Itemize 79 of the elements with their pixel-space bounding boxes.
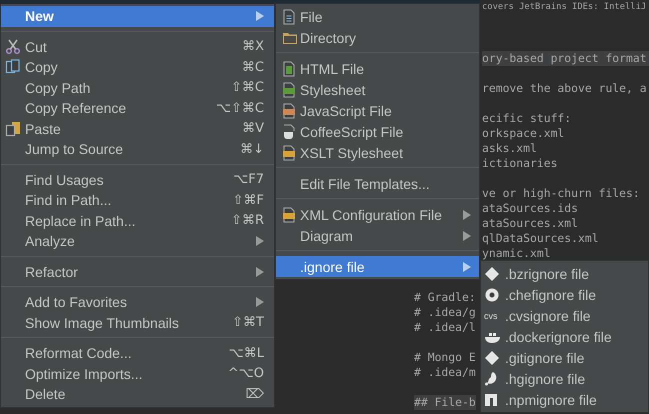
menu-item[interactable]: XML Configuration File	[276, 204, 479, 225]
copy-icon	[5, 59, 21, 76]
menu-item[interactable]: Delete ⌦	[1, 384, 274, 404]
shortcut-text: ⇧⌘F	[232, 192, 264, 208]
menu-item[interactable]: Cut ⌘X	[1, 36, 274, 57]
diamond-icon	[484, 350, 500, 366]
menu-item[interactable]: .chefignore file	[481, 284, 648, 305]
html-file-icon	[282, 60, 296, 76]
cvs-label: cvs	[484, 310, 498, 320]
menu-item[interactable]: New	[1, 6, 274, 26]
menu-item[interactable]: XSLT Stylesheet	[276, 142, 479, 163]
menu-item[interactable]: Copy ⌘C	[1, 57, 274, 78]
menu-item[interactable]: Find in Path... ⇧⌘F	[1, 190, 274, 210]
shortcut-text: ⌘C	[240, 60, 264, 75]
menu-item[interactable]: .ignore file	[276, 256, 479, 277]
xml-file-icon	[282, 206, 296, 222]
menu-item[interactable]: Copy Reference ⌥⇧⌘C	[1, 98, 274, 118]
shortcut-text: ⌘V	[241, 121, 264, 136]
menu-item[interactable]: .gitignore file	[481, 347, 648, 368]
menu-item[interactable]: Copy Path ⇧⌘C	[1, 78, 274, 98]
menu-item[interactable]: .hgignore file	[481, 368, 648, 389]
diamond-icon	[484, 266, 500, 282]
js-file-icon	[282, 102, 296, 118]
shortcut-text: ⌥⇧⌘C	[215, 100, 264, 116]
paste-icon	[5, 120, 21, 137]
code-line: covers JetBrains IDEs: IntelliJ	[482, 1, 646, 14]
xml-file-icon	[282, 144, 296, 160]
code-line: # .idea/l	[414, 320, 476, 335]
code-line: # Mongo E	[414, 350, 476, 365]
code-line: remove the above rule, a	[482, 81, 647, 96]
menu-item[interactable]: JavaScript File	[276, 100, 479, 121]
code-line: orkspace.xml	[482, 126, 564, 141]
code-line: ataSources.ids	[482, 201, 578, 216]
menu-item[interactable]: Optimize Imports... ^⌥O	[1, 364, 274, 384]
menu-item[interactable]: Replace in Path... ⇧⌘R	[1, 210, 274, 231]
npm-icon	[484, 392, 498, 406]
shortcut-text: ⌥F7	[232, 172, 264, 188]
code-line: ataSources.xml	[482, 216, 578, 231]
code-line: # .idea/g	[414, 305, 476, 320]
shortcut-text: ⇧⌘C	[230, 80, 264, 96]
code-line: ecific stuff:	[482, 111, 572, 126]
file-icon	[282, 8, 296, 24]
menu-item[interactable]: Stylesheet	[276, 79, 479, 100]
menu-item[interactable]: .bzrignore file	[481, 263, 648, 284]
shortcut-text: ⌦	[244, 386, 264, 402]
menu-item[interactable]: cvs .cvsignore file	[481, 305, 648, 326]
menu-item[interactable]: Jump to Source ⌘↓	[1, 139, 274, 160]
scissors-icon	[5, 38, 21, 55]
shortcut-text: ^⌥O	[226, 366, 264, 382]
shortcut-text: ⇧⌘T	[231, 315, 264, 330]
menu-item[interactable]: Refactor	[1, 262, 274, 282]
menu-item[interactable]: .dockerignore file	[481, 326, 648, 347]
code-line: # Gradle:	[414, 290, 476, 305]
menu-item[interactable]: .npmignore file	[481, 389, 648, 410]
menu-item[interactable]: Paste ⌘V	[1, 118, 274, 139]
menu-item[interactable]: HTML File	[276, 58, 479, 79]
shortcut-text: ⌘↓	[239, 142, 264, 157]
menu-item[interactable]: File	[276, 6, 479, 27]
coffee-cup-icon	[282, 124, 296, 140]
menu-item[interactable]: Edit File Templates...	[276, 173, 479, 194]
shortcut-text: ⇧⌘R	[230, 213, 264, 228]
menu-item[interactable]: Find Usages ⌥F7	[1, 170, 274, 190]
shortcut-text: ⌘X	[241, 39, 264, 54]
css-file-icon	[282, 82, 296, 98]
menu-item[interactable]: Directory	[276, 27, 479, 48]
code-line: # .idea/m	[414, 365, 476, 380]
menu-item[interactable]: Diagram	[276, 225, 479, 246]
menu-item[interactable]: Show Image Thumbnails ⇧⌘T	[1, 312, 274, 333]
menu-item[interactable]: Reformat Code... ⌥⌘L	[1, 343, 274, 364]
menu-item[interactable]: Analyze	[1, 231, 274, 252]
code-line: ictionaries	[482, 156, 558, 171]
code-line: ve or high-churn files:	[482, 186, 640, 201]
code-line: qlDataSources.xml	[482, 231, 599, 246]
menu-item[interactable]: Add to Favorites	[1, 292, 274, 312]
shortcut-text: ⌥⌘L	[228, 346, 264, 361]
code-line: ynamic.xml	[482, 246, 551, 261]
menu-item[interactable]: CoffeeScript File	[276, 121, 479, 142]
code-line: asks.xml	[482, 141, 537, 156]
folder-icon	[282, 30, 298, 44]
